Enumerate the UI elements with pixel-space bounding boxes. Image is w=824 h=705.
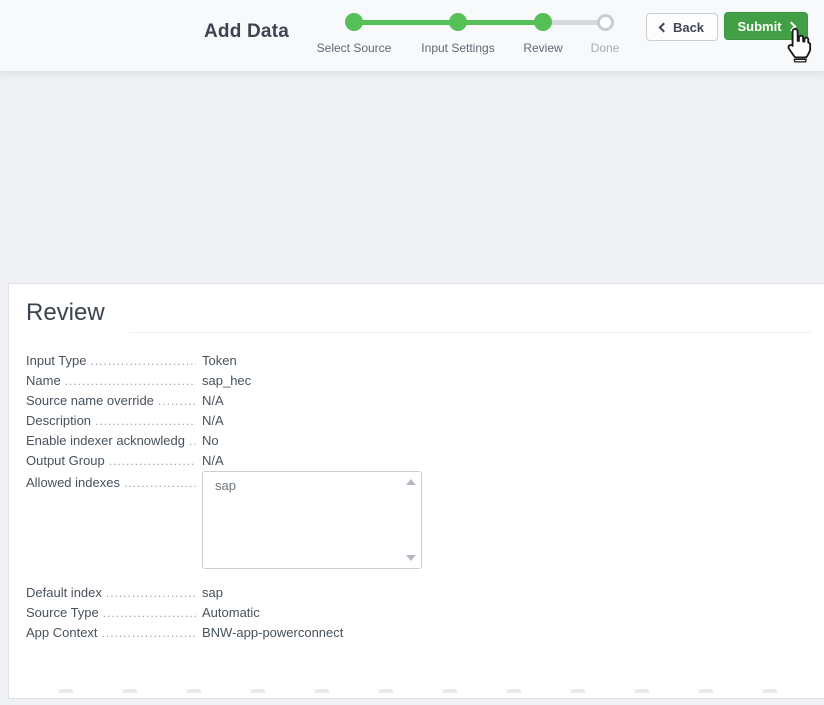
- step-label-review: Review: [523, 41, 562, 55]
- row-label: Output Group: [26, 451, 105, 471]
- leader-dots: [106, 583, 196, 603]
- leader-dots: [90, 351, 196, 371]
- review-row-allowed-indexes: Allowed indexes sap: [26, 471, 466, 569]
- review-row-description: Description N/A: [26, 411, 466, 431]
- review-row-name: Name sap_hec: [26, 371, 466, 391]
- leader-dots: [124, 473, 196, 493]
- submit-button-label: Submit: [737, 19, 781, 34]
- stepper-connector-1: [354, 20, 458, 25]
- wizard-header: Add Data Select Source Input Settings Re…: [0, 0, 824, 72]
- step-dot-review: [534, 13, 552, 31]
- stepper-connector-3: [543, 20, 605, 25]
- step-dot-input-settings: [449, 13, 467, 31]
- review-row-source-type: Source Type Automatic: [26, 603, 466, 623]
- heading-rule: [129, 332, 812, 333]
- row-value: sap_hec: [202, 371, 251, 391]
- review-row-input-type: Input Type Token: [26, 351, 466, 371]
- page-title: Add Data: [204, 21, 289, 43]
- leader-dots: [158, 391, 196, 411]
- review-row-source-name-override: Source name override N/A: [26, 391, 466, 411]
- row-label: Enable indexer acknowledg: [26, 431, 185, 451]
- scroll-down-icon[interactable]: [406, 555, 416, 561]
- row-label: Default index: [26, 583, 102, 603]
- chevron-left-icon: [659, 23, 669, 33]
- row-label: Allowed indexes: [26, 473, 120, 493]
- row-label: Description: [26, 411, 91, 431]
- back-button[interactable]: Back: [646, 13, 718, 41]
- stepper-connector-2: [458, 20, 543, 25]
- leader-dots: [109, 451, 196, 471]
- row-value: sap: [202, 583, 223, 603]
- submit-button[interactable]: Submit: [724, 12, 808, 40]
- step-label-input-settings: Input Settings: [421, 41, 494, 55]
- row-value: N/A: [202, 451, 224, 471]
- leader-dots: [103, 603, 196, 623]
- scroll-up-icon[interactable]: [406, 479, 416, 485]
- row-value: N/A: [202, 411, 224, 431]
- chevron-right-icon: [786, 22, 796, 32]
- footer-dashes: [9, 689, 824, 693]
- leader-dots: [102, 623, 196, 643]
- leader-dots: [65, 371, 196, 391]
- leader-dots: [189, 431, 196, 451]
- review-row-output-group: Output Group N/A: [26, 451, 466, 471]
- review-row-default-index: Default index sap: [26, 583, 466, 603]
- step-label-done: Done: [591, 41, 620, 55]
- row-value: Token: [202, 351, 237, 371]
- step-label-select-source: Select Source: [317, 41, 392, 55]
- row-label: App Context: [26, 623, 98, 643]
- leader-dots: [95, 411, 196, 431]
- row-value: Automatic: [202, 603, 260, 623]
- row-value: No: [202, 431, 219, 451]
- allowed-indexes-value: sap: [203, 472, 421, 494]
- allowed-indexes-box[interactable]: sap: [202, 471, 422, 569]
- review-row-app-context: App Context BNW-app-powerconnect: [26, 623, 466, 643]
- row-label: Name: [26, 371, 61, 391]
- step-dot-select-source: [345, 13, 363, 31]
- row-label: Source Type: [26, 603, 99, 623]
- row-label: Input Type: [26, 351, 86, 371]
- review-panel: Review Input Type Token Name sap_hec Sou…: [8, 283, 824, 699]
- step-dot-done: [597, 14, 614, 31]
- row-label: Source name override: [26, 391, 154, 411]
- review-row-indexer-acknowledgement: Enable indexer acknowledg No: [26, 431, 466, 451]
- rows-gap: [26, 569, 466, 583]
- row-value: BNW-app-powerconnect: [202, 623, 343, 643]
- review-heading: Review: [26, 298, 824, 328]
- back-button-label: Back: [673, 20, 704, 35]
- row-value: N/A: [202, 391, 224, 411]
- review-rows: Input Type Token Name sap_hec Source nam…: [26, 351, 466, 643]
